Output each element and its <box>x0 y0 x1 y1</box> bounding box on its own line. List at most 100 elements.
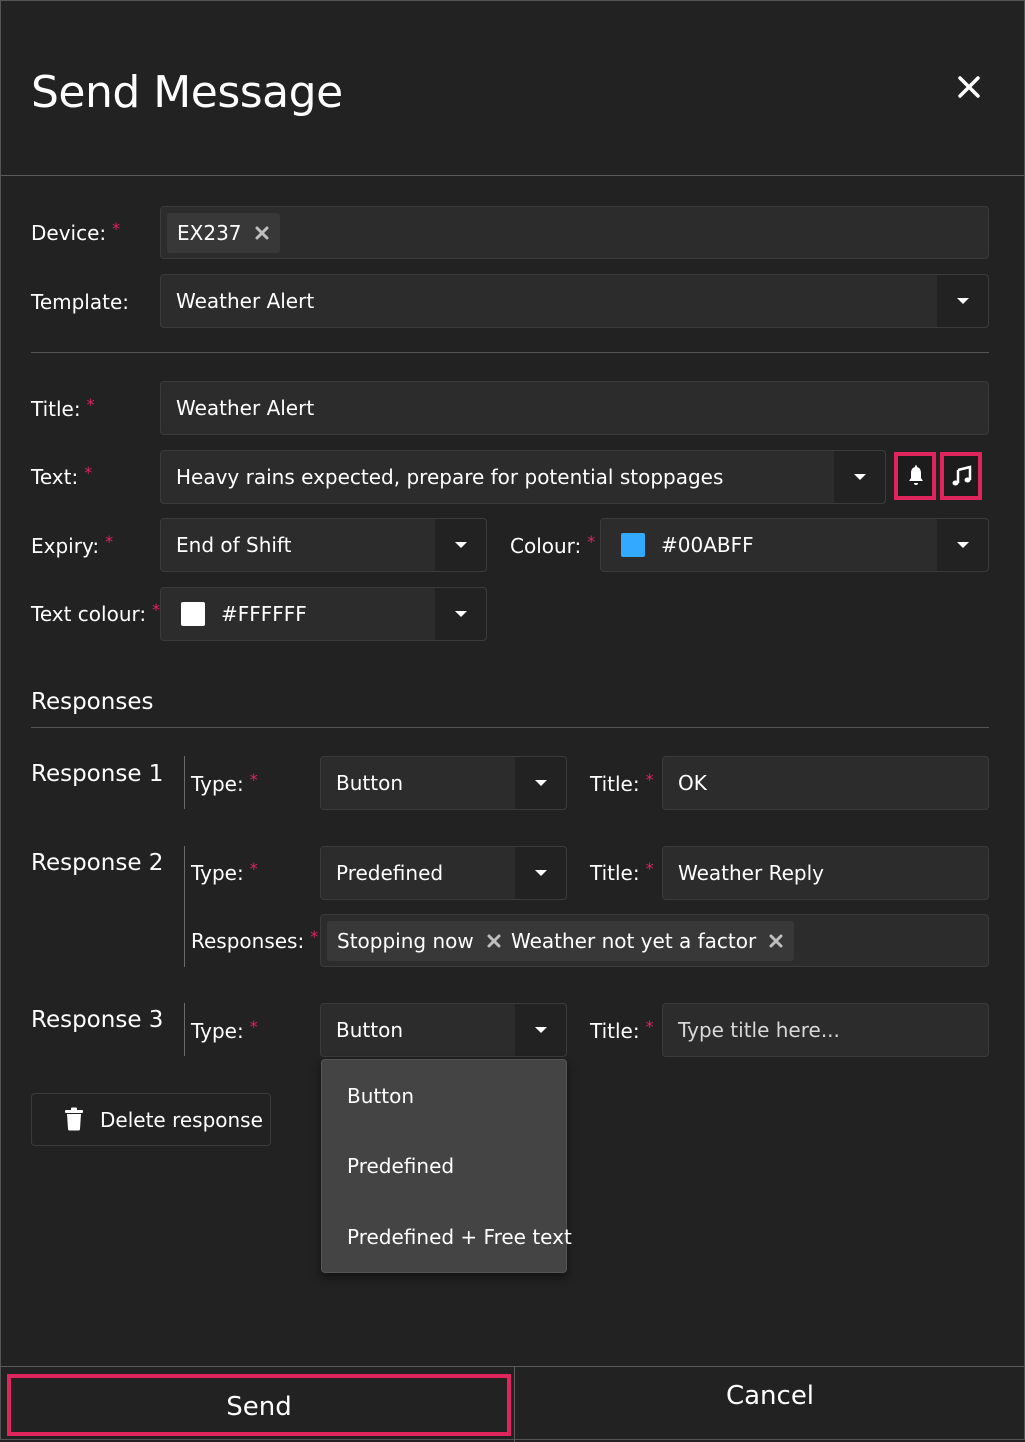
remove-chip-icon[interactable] <box>768 933 784 949</box>
expiry-select[interactable]: End of Shift <box>160 518 487 572</box>
menu-item-predefined-free-text[interactable]: Predefined + Free text <box>347 1223 572 1251</box>
required-mark: * <box>645 859 654 878</box>
divider <box>31 727 989 728</box>
response-3-title-input[interactable]: Type title here... <box>662 1003 989 1057</box>
chevron-down-icon <box>535 1027 547 1033</box>
response-1-type-value: Button <box>336 771 403 795</box>
device-label: Device: * <box>31 219 121 245</box>
text-colour-select[interactable]: #FFFFFF <box>160 587 487 641</box>
response-3-type-dropdown-toggle[interactable] <box>514 1004 566 1056</box>
required-mark: * <box>84 463 93 482</box>
text-label: Text: * <box>31 463 93 489</box>
required-mark: * <box>152 600 161 619</box>
required-mark: * <box>105 532 114 551</box>
response-chip-label: Weather not yet a factor <box>511 929 757 953</box>
remove-chip-icon[interactable] <box>254 225 270 241</box>
response-1-type-label: Type: * <box>191 770 258 796</box>
alert-button[interactable] <box>894 452 936 500</box>
response-2-type-value: Predefined <box>336 861 444 885</box>
required-mark: * <box>587 532 596 551</box>
chevron-down-icon <box>535 870 547 876</box>
device-chip: EX237 <box>167 213 280 253</box>
response-3-title-label: Title: * <box>590 1017 654 1043</box>
text-colour-swatch <box>181 602 205 626</box>
chevron-down-icon <box>957 298 969 304</box>
response-3-label: Response 3 <box>31 1007 164 1033</box>
response-2-responses-field[interactable]: Stopping now Weather not yet a factor <box>320 914 989 967</box>
dialog-title: Send Message <box>31 67 343 118</box>
chevron-down-icon <box>854 474 866 480</box>
response-2-title-input[interactable]: Weather Reply <box>662 846 989 900</box>
title-value: Weather Alert <box>176 396 315 420</box>
response-1-title-input[interactable]: OK <box>662 756 989 810</box>
response-divider-line <box>184 1003 185 1056</box>
title-label: Title: * <box>31 395 95 421</box>
close-button[interactable] <box>951 69 987 105</box>
required-mark: * <box>645 1017 654 1036</box>
response-3-title-placeholder: Type title here... <box>678 1018 840 1042</box>
response-2-type-dropdown-toggle[interactable] <box>514 847 566 899</box>
text-select[interactable]: Heavy rains expected, prepare for potent… <box>160 450 886 504</box>
required-mark: * <box>249 1017 258 1036</box>
response-2-title-label: Title: * <box>590 859 654 885</box>
send-button-label: Send <box>226 1392 292 1422</box>
response-2-type-select[interactable]: Predefined <box>320 846 567 900</box>
text-colour-label: Text colour: * <box>31 600 161 626</box>
response-2-responses-label: Responses: * <box>191 927 319 953</box>
remove-chip-icon[interactable] <box>486 933 502 949</box>
send-message-dialog: Send Message Device: * EX237 Template: We… <box>0 0 1025 1442</box>
delete-response-button[interactable]: Delete response <box>31 1093 271 1146</box>
dialog-footer: Send Cancel <box>1 1366 1025 1442</box>
chevron-down-icon <box>535 780 547 786</box>
music-note-icon <box>952 465 972 486</box>
required-mark: * <box>86 395 95 414</box>
colour-select[interactable]: #00ABFF <box>600 518 989 572</box>
sound-button[interactable] <box>940 452 982 500</box>
chevron-down-icon <box>455 611 467 617</box>
response-1-type-select[interactable]: Button <box>320 756 567 810</box>
colour-dropdown-toggle[interactable] <box>936 519 988 571</box>
colour-label: Colour: * <box>510 532 596 558</box>
response-2-label: Response 2 <box>31 850 164 876</box>
type-dropdown-menu: Button Predefined Predefined + Free text <box>321 1059 572 1273</box>
text-colour-value: #FFFFFF <box>221 602 307 626</box>
expiry-value: End of Shift <box>176 533 292 557</box>
expiry-dropdown-toggle[interactable] <box>434 519 486 571</box>
response-1-title-value: OK <box>678 771 707 795</box>
menu-item-button[interactable]: Button <box>347 1082 414 1110</box>
title-input[interactable]: Weather Alert <box>160 381 989 435</box>
response-divider-line <box>184 846 185 967</box>
response-chip-label: Stopping now <box>337 929 474 953</box>
response-divider-line <box>184 756 185 809</box>
menu-item-predefined[interactable]: Predefined <box>347 1152 454 1180</box>
cancel-button-label: Cancel <box>725 1381 815 1411</box>
template-value: Weather Alert <box>176 289 315 313</box>
required-mark: * <box>645 770 654 789</box>
response-3-type-label: Type: * <box>191 1017 258 1043</box>
device-chip-label: EX237 <box>177 221 242 245</box>
response-3-type-select[interactable]: Button <box>320 1003 567 1057</box>
text-colour-dropdown-toggle[interactable] <box>434 588 486 640</box>
response-2-title-value: Weather Reply <box>678 861 824 885</box>
dialog-header: Send Message <box>1 1 1024 176</box>
divider <box>31 352 989 353</box>
colour-swatch <box>621 533 645 557</box>
text-dropdown-toggle[interactable] <box>833 451 885 503</box>
close-icon <box>958 76 980 98</box>
delete-response-label: Delete response <box>100 1108 263 1132</box>
send-button[interactable]: Send <box>7 1374 511 1436</box>
bell-icon <box>909 465 923 485</box>
chevron-down-icon <box>957 542 969 548</box>
device-field[interactable]: EX237 <box>160 206 989 259</box>
required-mark: * <box>249 770 258 789</box>
colour-value: #00ABFF <box>661 533 754 557</box>
template-select[interactable]: Weather Alert <box>160 274 989 328</box>
text-value: Heavy rains expected, prepare for potent… <box>176 465 724 489</box>
response-2-type-label: Type: * <box>191 859 258 885</box>
cancel-button[interactable]: Cancel <box>514 1367 1025 1442</box>
response-1-title-label: Title: * <box>590 770 654 796</box>
response-chip: Stopping now <box>327 921 512 961</box>
response-1-type-dropdown-toggle[interactable] <box>514 757 566 809</box>
template-dropdown-toggle[interactable] <box>936 275 988 327</box>
expiry-label: Expiry: * <box>31 532 114 558</box>
